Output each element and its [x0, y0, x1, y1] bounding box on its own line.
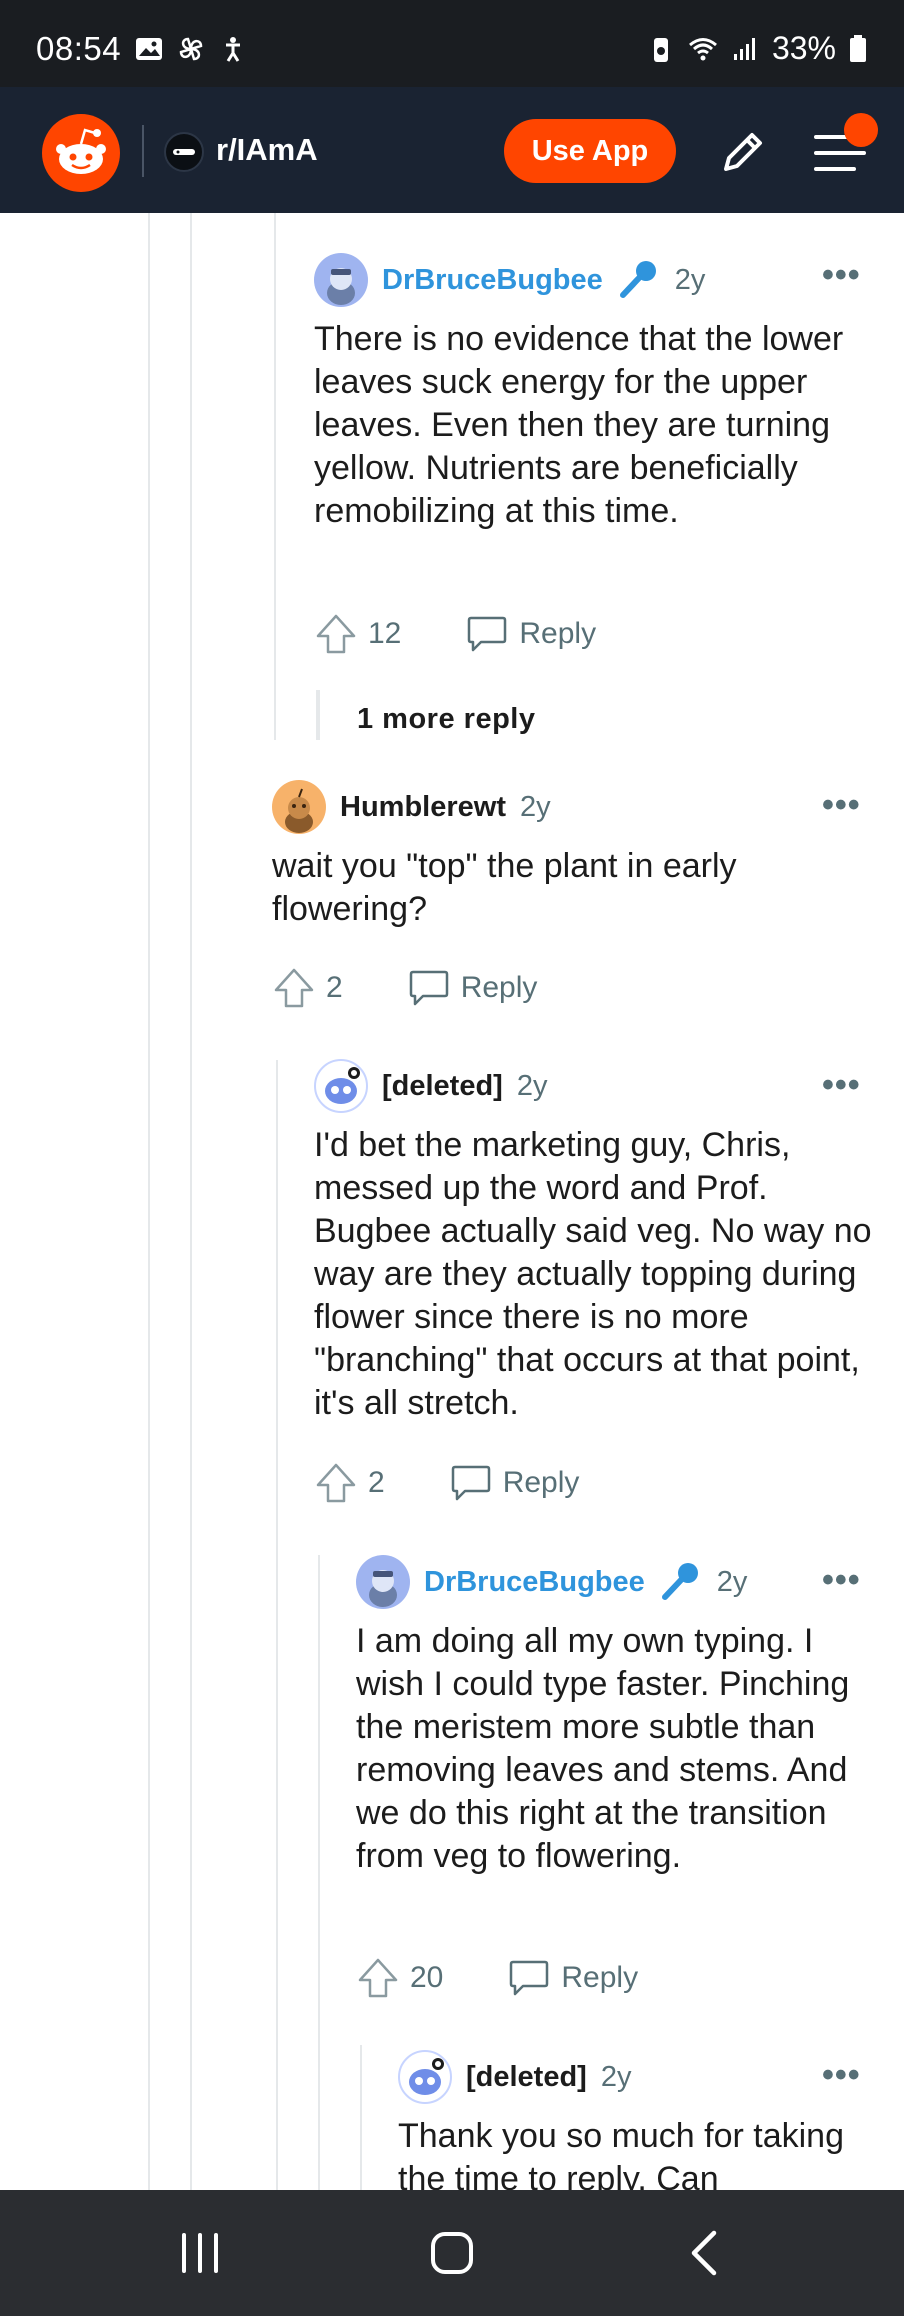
microphone-icon — [619, 261, 656, 298]
back-icon[interactable] — [676, 2223, 736, 2283]
header-divider — [142, 125, 144, 177]
status-bar: 08:54 33% — [0, 0, 904, 87]
vote-count: 2 — [326, 971, 343, 1004]
avatar[interactable] — [314, 253, 368, 307]
reply-icon — [451, 1465, 490, 1501]
comment-header: DrBruceBugbee 2y — [356, 1555, 747, 1609]
avatar[interactable] — [356, 1555, 410, 1609]
battery-percent: 33% — [771, 30, 836, 66]
comment-actions: 12 Reply — [314, 612, 596, 656]
reply-label: Reply — [561, 1961, 639, 1994]
comment-age: 2y — [674, 263, 706, 296]
thread-line[interactable] — [274, 213, 276, 740]
home-icon[interactable] — [422, 2223, 482, 2283]
recent-apps-icon[interactable] — [170, 2223, 230, 2283]
comment-actions: 20 Reply — [356, 1956, 638, 2000]
username[interactable]: [deleted] — [466, 2061, 587, 2094]
pinwheel-icon — [179, 37, 203, 61]
username[interactable]: DrBruceBugbee — [382, 264, 603, 297]
signal-icon — [733, 37, 755, 60]
thread-line — [316, 690, 318, 740]
reply-icon — [510, 1960, 549, 1996]
thread-line[interactable] — [318, 690, 320, 740]
reply-button[interactable]: Reply — [507, 1956, 638, 2000]
comment-age: 2y — [516, 1069, 548, 1102]
upvote-icon[interactable] — [356, 1956, 400, 2000]
reply-icon — [409, 970, 448, 1006]
status-time: 08:54 — [36, 30, 122, 67]
thread-line[interactable] — [276, 1060, 278, 2190]
comment-actions: 2 Reply — [272, 966, 537, 1010]
reply-button[interactable]: Reply — [449, 1461, 580, 1505]
use-app-button[interactable]: Use App — [504, 119, 676, 183]
thread-line[interactable] — [360, 2045, 362, 2190]
more-options-icon[interactable]: ••• — [822, 1066, 861, 1105]
comment-age: 2y — [600, 2060, 632, 2093]
vote-count: 20 — [410, 1961, 444, 1994]
more-options-icon[interactable]: ••• — [822, 1561, 861, 1600]
comment-header: [deleted] 2y — [398, 2050, 631, 2104]
reply-label: Reply — [502, 1466, 580, 1499]
username[interactable]: [deleted] — [382, 1070, 503, 1103]
more-options-icon[interactable]: ••• — [822, 256, 861, 295]
thread-line[interactable] — [148, 213, 150, 2190]
more-options-icon[interactable]: ••• — [822, 786, 861, 825]
comment-header: Humblerewt 2y — [272, 780, 551, 834]
reddit-header: r/IAmA Use App — [0, 87, 904, 213]
username[interactable]: DrBruceBugbee — [424, 1566, 645, 1599]
thread-line[interactable] — [190, 213, 192, 2190]
accessibility-icon — [226, 37, 240, 62]
wifi-icon — [688, 37, 717, 60]
gallery-icon — [136, 38, 162, 60]
comment-header: [deleted] 2y — [314, 1059, 547, 1113]
avatar[interactable] — [314, 1059, 368, 1113]
comment-age: 2y — [519, 790, 551, 823]
battery-saver-icon — [653, 37, 668, 62]
microphone-icon — [661, 1563, 698, 1600]
reply-icon — [468, 616, 507, 652]
vote-count: 2 — [368, 1466, 385, 1499]
comment-body: wait you "top" the plant in early flower… — [272, 847, 737, 928]
comment-body: I am doing all my own typing. I wish I c… — [356, 1622, 850, 1875]
comment-body: Thank you so much for taking the time to… — [398, 2117, 845, 2190]
subreddit-icon[interactable] — [164, 132, 204, 172]
upvote-icon[interactable] — [272, 966, 316, 1010]
system-nav-bar — [0, 2190, 904, 2316]
create-post-icon[interactable] — [714, 125, 770, 181]
comment-actions: 2 Reply — [314, 1461, 579, 1505]
comment-header: DrBruceBugbee 2y — [314, 253, 705, 307]
reply-label: Reply — [519, 617, 597, 650]
comment-body: There is no evidence that the lower leav… — [314, 320, 844, 530]
reply-button[interactable]: Reply — [407, 966, 538, 1010]
comment-body: I'd bet the marketing guy, Chris, messed… — [314, 1126, 872, 1422]
username[interactable]: Humblerewt — [340, 791, 506, 824]
avatar[interactable] — [398, 2050, 452, 2104]
more-options-icon[interactable]: ••• — [822, 2056, 861, 2095]
comment-age: 2y — [716, 1565, 748, 1598]
battery-icon — [850, 34, 866, 62]
subreddit-name[interactable]: r/IAmA — [216, 132, 318, 168]
reply-label: Reply — [460, 971, 538, 1004]
upvote-icon[interactable] — [314, 612, 358, 656]
reddit-logo-icon[interactable] — [42, 114, 120, 192]
avatar[interactable] — [272, 780, 326, 834]
vote-count: 12 — [368, 617, 402, 650]
reply-button[interactable]: Reply — [465, 612, 596, 656]
thread-line[interactable] — [318, 1555, 320, 2190]
upvote-icon[interactable] — [314, 1461, 358, 1505]
more-replies-link[interactable]: 1 more reply — [357, 703, 535, 736]
notification-badge — [844, 113, 878, 147]
